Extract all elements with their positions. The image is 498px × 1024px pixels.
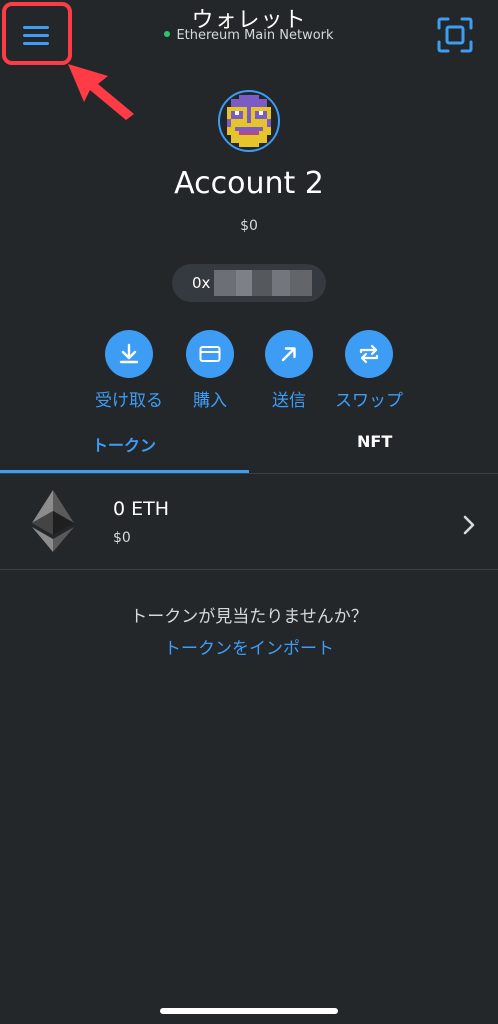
send-label: 送信 xyxy=(272,391,306,411)
qr-scan-button[interactable] xyxy=(436,16,474,54)
account-avatar[interactable] xyxy=(218,90,280,152)
token-row-eth[interactable]: 0 ETH $0 xyxy=(0,474,498,569)
buy-button[interactable]: 購入 xyxy=(165,330,255,412)
send-button[interactable]: 送信 xyxy=(244,330,334,412)
qr-scan-icon xyxy=(437,17,473,53)
swap-icon xyxy=(359,344,379,364)
tab-tokens[interactable]: トークン xyxy=(0,420,249,472)
receive-label: 受け取る xyxy=(95,391,163,411)
token-amount: 0 ETH xyxy=(113,498,170,520)
tab-tokens-label: トークン xyxy=(92,436,157,455)
ethereum-icon xyxy=(32,490,74,552)
import-tokens-link[interactable]: トークンをインポート xyxy=(0,634,498,659)
account-name[interactable]: Account 2 xyxy=(0,166,498,201)
swap-button[interactable]: スワップ xyxy=(324,330,414,412)
network-selector[interactable]: Ethereum Main Network xyxy=(0,28,498,43)
account-address-pill[interactable]: 0x xyxy=(172,264,326,302)
annotation-arrow-icon xyxy=(68,64,134,120)
card-icon xyxy=(199,346,221,362)
download-icon xyxy=(119,343,139,364)
network-status-dot xyxy=(164,31,171,37)
missing-tokens-text: トークンが見当たりませんか？ xyxy=(130,607,368,627)
pixel-avatar-icon xyxy=(223,95,275,147)
tab-nft[interactable]: NFT xyxy=(249,420,498,472)
buy-label: 購入 xyxy=(193,391,227,411)
network-name: Ethereum Main Network xyxy=(176,28,334,43)
receive-button[interactable]: 受け取る xyxy=(84,330,174,412)
token-fiat-value: $0 xyxy=(113,530,131,546)
wallet-screen: ウォレット Ethereum Main Network Account 2 $0… xyxy=(0,0,498,1024)
account-balance: $0 xyxy=(240,218,258,234)
address-prefix: 0x xyxy=(192,274,211,292)
home-indicator[interactable] xyxy=(160,1008,338,1014)
arrow-up-right-icon xyxy=(281,347,296,362)
chevron-right-icon xyxy=(463,515,475,535)
address-redacted xyxy=(214,270,314,296)
row-divider xyxy=(0,569,498,570)
tab-nft-label: NFT xyxy=(357,432,393,451)
swap-label: スワップ xyxy=(335,391,403,411)
